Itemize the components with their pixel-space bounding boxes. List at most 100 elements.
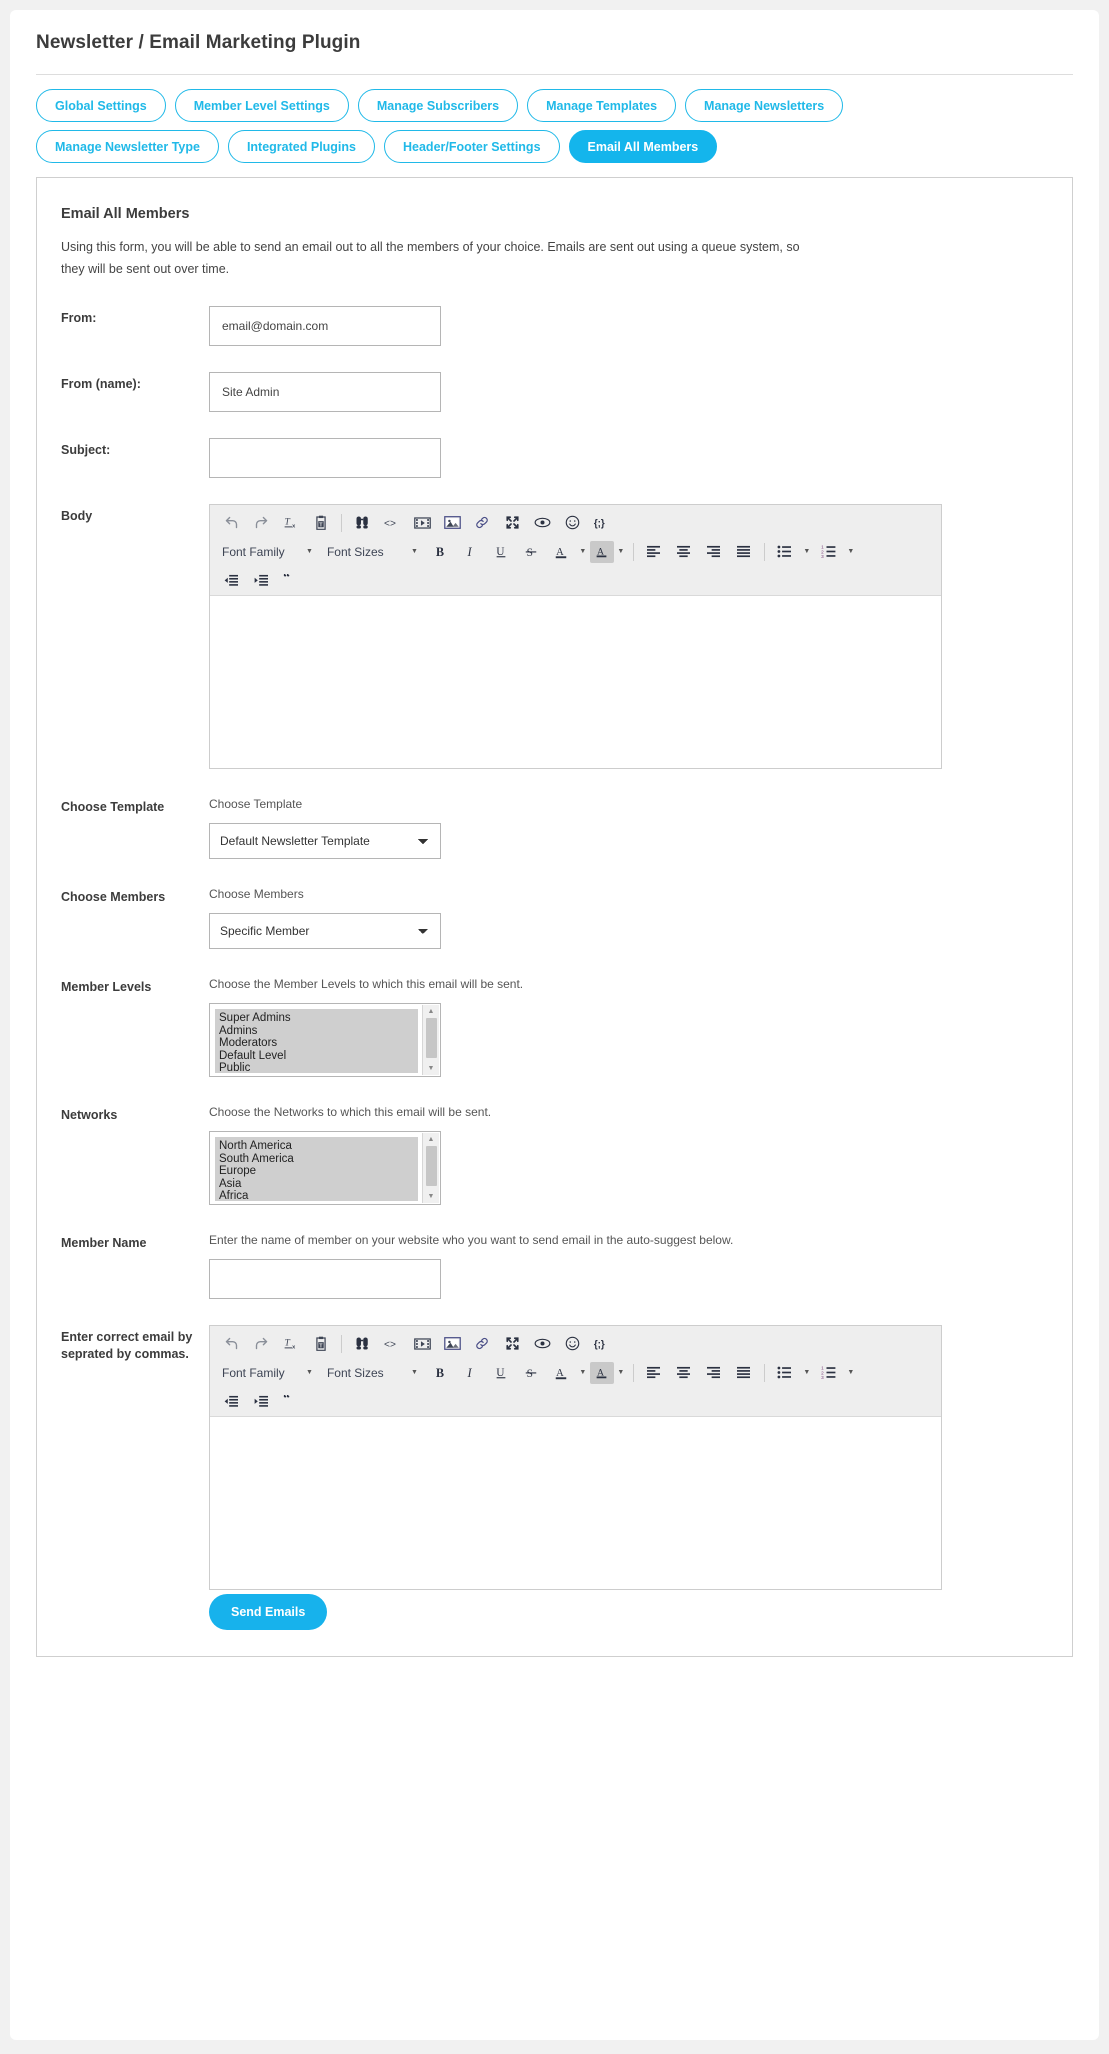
list-item[interactable]: Public (219, 1062, 418, 1073)
send-emails-button[interactable]: Send Emails (209, 1594, 328, 1630)
bold-icon[interactable]: B (426, 539, 456, 565)
emails-editor-content[interactable] (210, 1417, 941, 1589)
list-item[interactable]: North America (219, 1140, 418, 1153)
bullet-list-chevron-down-icon[interactable]: ▼ (800, 1369, 814, 1376)
networks-options[interactable]: North America South America Europe Asia … (215, 1137, 418, 1201)
scroll-up-arrow-icon[interactable]: ▲ (423, 1133, 439, 1146)
font-sizes-select[interactable]: Font Sizes ▼ (321, 1361, 422, 1385)
italic-icon[interactable]: I (456, 1360, 486, 1386)
paste-text-icon[interactable]: T (306, 1331, 336, 1357)
list-item[interactable]: Africa (219, 1190, 418, 1201)
list-item[interactable]: South America (219, 1153, 418, 1166)
preview-icon[interactable] (527, 510, 557, 536)
align-center-icon[interactable] (669, 539, 699, 565)
remove-format-icon[interactable]: Tx (276, 1331, 306, 1357)
emoticon-icon[interactable] (557, 1331, 587, 1357)
scrollbar-thumb[interactable] (425, 1146, 437, 1186)
fullscreen-icon[interactable] (497, 1331, 527, 1357)
undo-icon[interactable] (216, 510, 246, 536)
tab-global-settings[interactable]: Global Settings (36, 89, 166, 122)
source-code-icon[interactable]: <> (377, 510, 407, 536)
numbered-list-icon[interactable]: 123 (814, 1360, 844, 1386)
emoticon-icon[interactable] (557, 510, 587, 536)
remove-format-icon[interactable]: Tx (276, 510, 306, 536)
tab-member-level-settings[interactable]: Member Level Settings (174, 89, 349, 122)
background-color-icon[interactable]: A (589, 540, 614, 563)
blockquote-icon[interactable]: “ (276, 1389, 306, 1415)
list-item[interactable]: Super Admins (219, 1012, 418, 1025)
text-color-icon[interactable]: A (546, 539, 576, 565)
preview-icon[interactable] (527, 1331, 557, 1357)
background-color-chevron-down-icon[interactable]: ▼ (614, 1369, 628, 1376)
list-item[interactable]: Moderators (219, 1037, 418, 1050)
template-icon[interactable]: {;} (587, 510, 617, 536)
scroll-down-arrow-icon[interactable]: ▼ (423, 1190, 439, 1203)
underline-icon[interactable]: U (486, 1360, 516, 1386)
redo-icon[interactable] (246, 1331, 276, 1357)
align-justify-icon[interactable] (729, 539, 759, 565)
tab-integrated-plugins[interactable]: Integrated Plugins (227, 130, 375, 163)
tab-header-footer-settings[interactable]: Header/Footer Settings (384, 130, 560, 163)
link-icon[interactable] (467, 510, 497, 536)
source-code-icon[interactable]: <> (377, 1331, 407, 1357)
align-left-icon[interactable] (639, 1360, 669, 1386)
redo-icon[interactable] (246, 510, 276, 536)
find-replace-icon[interactable] (347, 510, 377, 536)
find-replace-icon[interactable] (347, 1331, 377, 1357)
image-icon[interactable] (437, 1331, 467, 1357)
template-icon[interactable]: {;} (587, 1331, 617, 1357)
text-color-icon[interactable]: A (546, 1360, 576, 1386)
bullet-list-icon[interactable] (770, 1360, 800, 1386)
strikethrough-icon[interactable]: S (516, 539, 546, 565)
media-icon[interactable] (407, 1331, 437, 1357)
choose-members-select[interactable]: Specific Member (209, 913, 441, 949)
choose-template-select[interactable]: Default Newsletter Template (209, 823, 441, 859)
subject-input[interactable] (209, 438, 441, 478)
numbered-list-chevron-down-icon[interactable]: ▼ (844, 548, 858, 555)
bullet-list-chevron-down-icon[interactable]: ▼ (800, 548, 814, 555)
outdent-icon[interactable] (216, 1389, 246, 1415)
align-right-icon[interactable] (699, 539, 729, 565)
list-item[interactable]: Admins (219, 1025, 418, 1038)
member-name-input[interactable] (209, 1259, 441, 1299)
list-item[interactable]: Asia (219, 1178, 418, 1191)
align-right-icon[interactable] (699, 1360, 729, 1386)
align-center-icon[interactable] (669, 1360, 699, 1386)
scroll-up-arrow-icon[interactable]: ▲ (423, 1005, 439, 1018)
align-left-icon[interactable] (639, 539, 669, 565)
paste-text-icon[interactable]: T (306, 510, 336, 536)
member-levels-listbox[interactable]: Super Admins Admins Moderators Default L… (209, 1003, 441, 1077)
outdent-icon[interactable] (216, 568, 246, 594)
tab-manage-newsletter-type[interactable]: Manage Newsletter Type (36, 130, 219, 163)
numbered-list-icon[interactable]: 123 (814, 539, 844, 565)
from-name-input[interactable] (209, 372, 441, 412)
body-rich-text-editor[interactable]: Tx T <> {;} Font Family ▼ Font Sizes ▼ B… (209, 504, 942, 769)
member-levels-options[interactable]: Super Admins Admins Moderators Default L… (215, 1009, 418, 1073)
image-icon[interactable] (437, 510, 467, 536)
blockquote-icon[interactable]: “ (276, 568, 306, 594)
bold-icon[interactable]: B (426, 1360, 456, 1386)
list-item[interactable]: Europe (219, 1165, 418, 1178)
underline-icon[interactable]: U (486, 539, 516, 565)
font-sizes-select[interactable]: Font Sizes ▼ (321, 540, 422, 564)
align-justify-icon[interactable] (729, 1360, 759, 1386)
tab-manage-subscribers[interactable]: Manage Subscribers (357, 89, 519, 122)
fullscreen-icon[interactable] (497, 510, 527, 536)
text-color-chevron-down-icon[interactable]: ▼ (576, 1369, 590, 1376)
scrollbar-thumb[interactable] (425, 1018, 437, 1058)
from-input[interactable] (209, 306, 441, 346)
indent-icon[interactable] (246, 1389, 276, 1415)
link-icon[interactable] (467, 1331, 497, 1357)
tab-manage-templates[interactable]: Manage Templates (527, 89, 677, 122)
scroll-down-arrow-icon[interactable]: ▼ (423, 1062, 439, 1075)
background-color-chevron-down-icon[interactable]: ▼ (614, 548, 628, 555)
networks-listbox[interactable]: North America South America Europe Asia … (209, 1131, 441, 1205)
member-levels-scrollbar[interactable]: ▲ ▼ (422, 1005, 439, 1075)
bullet-list-icon[interactable] (770, 539, 800, 565)
text-color-chevron-down-icon[interactable]: ▼ (576, 548, 590, 555)
list-item[interactable]: Default Level (219, 1050, 418, 1063)
tab-manage-newsletters[interactable]: Manage Newsletters (685, 89, 844, 122)
strikethrough-icon[interactable]: S (516, 1360, 546, 1386)
italic-icon[interactable]: I (456, 539, 486, 565)
emails-rich-text-editor[interactable]: Tx T <> {;} Font Family ▼ Font Sizes ▼ B… (209, 1325, 942, 1590)
